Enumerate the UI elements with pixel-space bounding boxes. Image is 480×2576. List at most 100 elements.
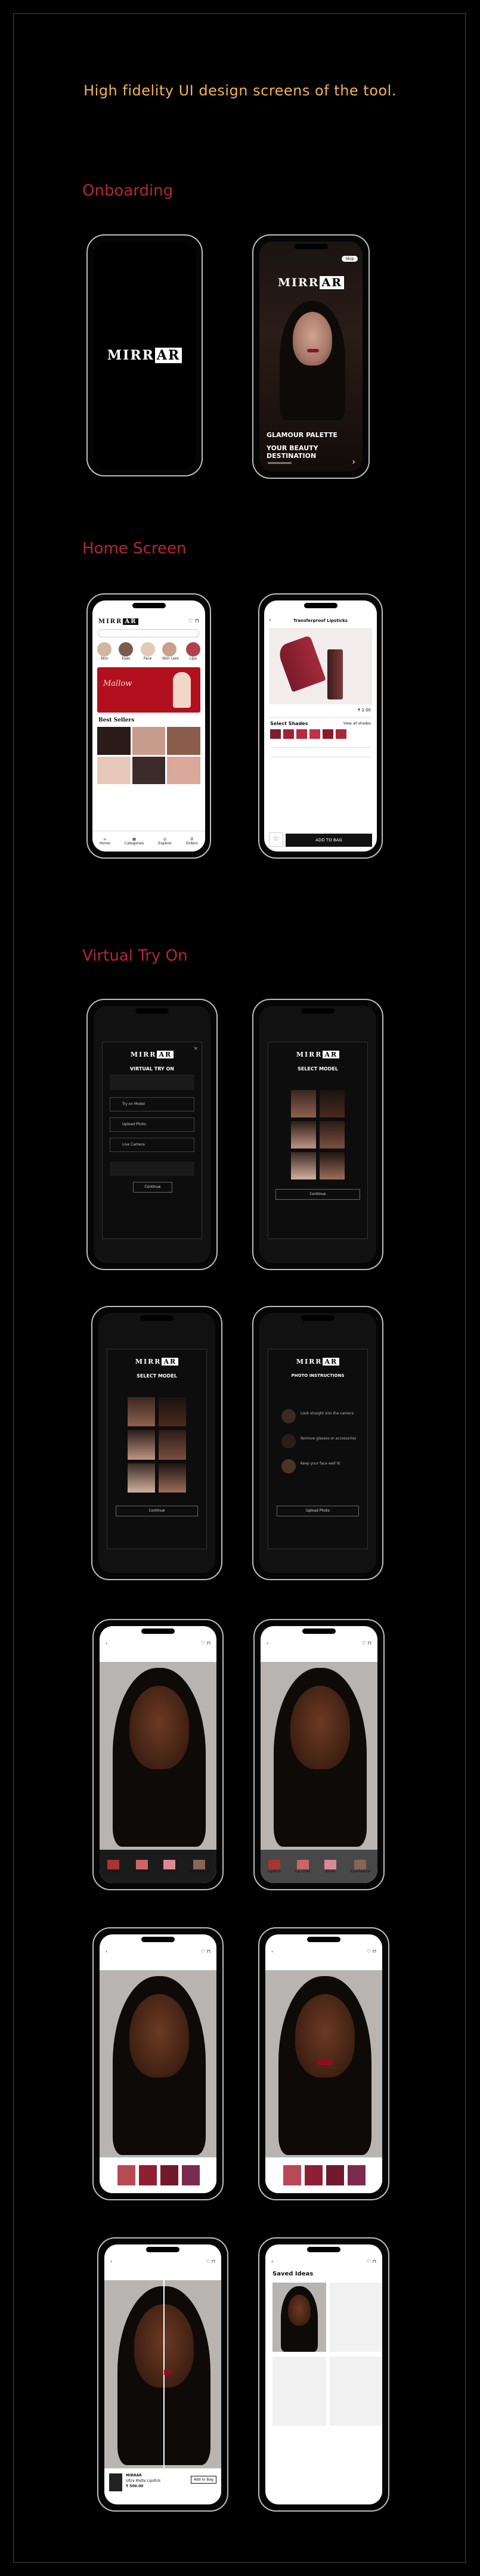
- back-icon[interactable]: ‹: [106, 1640, 107, 1646]
- instruction-image: [281, 1409, 296, 1423]
- skip-button[interactable]: Skip: [342, 256, 358, 262]
- heart-icon[interactable]: ♡: [367, 2259, 371, 2264]
- page-frame: [13, 13, 466, 2563]
- model-thumb[interactable]: [320, 1090, 345, 1117]
- shade-swatch[interactable]: [305, 2165, 323, 2185]
- bag-icon[interactable]: ⊓: [373, 1949, 376, 1954]
- shade-swatch[interactable]: [270, 729, 281, 739]
- next-arrow-icon[interactable]: ›: [352, 457, 355, 467]
- back-icon[interactable]: ‹: [267, 1640, 268, 1646]
- back-icon[interactable]: ‹: [106, 1949, 107, 1954]
- continue-button[interactable]: Continue: [133, 1182, 172, 1193]
- bag-icon[interactable]: ⊓: [368, 1640, 371, 1646]
- shade-swatch[interactable]: [283, 2165, 301, 2185]
- add-to-bag-button[interactable]: ADD TO BAG: [286, 834, 372, 847]
- option-try-on-model[interactable]: Try on Model: [110, 1097, 194, 1111]
- onboarding-line2: YOUR BEAUTY DESTINATION: [267, 444, 318, 460]
- product-card[interactable]: [167, 727, 200, 755]
- model-thumb[interactable]: [128, 1397, 155, 1427]
- back-icon[interactable]: ‹: [269, 617, 271, 623]
- tab-lip-liner[interactable]: Lip Liner: [295, 1859, 311, 1874]
- promo-banner[interactable]: Mallow: [97, 667, 200, 713]
- back-icon[interactable]: ‹: [110, 2259, 112, 2264]
- nav-orders[interactable]: ☰ Orders: [186, 837, 198, 846]
- shade-swatch[interactable]: [139, 2165, 157, 2185]
- model-thumb[interactable]: [291, 1121, 316, 1148]
- shade-swatch[interactable]: [348, 2165, 366, 2185]
- product-card[interactable]: [132, 756, 166, 784]
- shade-swatch[interactable]: [309, 729, 320, 739]
- back-icon[interactable]: ‹: [271, 1949, 273, 1954]
- phone-tryon-tabs: ‹ ♡ ⊓ Lipstick Lip Liner Blush Eyeshadow: [92, 1619, 224, 1890]
- shade-swatch[interactable]: [117, 2165, 135, 2185]
- bag-icon[interactable]: ⊓: [195, 618, 199, 624]
- bag-icon[interactable]: ⊓: [207, 1640, 210, 1646]
- model-photo: [100, 1970, 216, 2193]
- model-thumb[interactable]: [291, 1090, 316, 1117]
- phone-select-model: MIRR AR SELECT MODEL Continue: [252, 999, 383, 1270]
- section-title-onboarding: Onboarding: [82, 182, 174, 200]
- shade-bar: [100, 2157, 216, 2193]
- tab-lipstick[interactable]: Lipstick: [107, 1859, 120, 1874]
- heart-icon[interactable]: ♡: [206, 2259, 210, 2264]
- tab-blush[interactable]: Blush: [324, 1859, 336, 1874]
- shade-bar: [265, 2157, 382, 2193]
- upload-photo-button[interactable]: Upload Photo: [277, 1506, 359, 1516]
- model-thumb[interactable]: [159, 1397, 186, 1427]
- model-thumb[interactable]: [128, 1430, 155, 1460]
- product-card[interactable]: [97, 727, 131, 755]
- model-thumb[interactable]: [320, 1152, 345, 1179]
- model-thumb[interactable]: [128, 1463, 155, 1493]
- continue-button[interactable]: Continue: [116, 1506, 198, 1516]
- tab-lipstick[interactable]: Lipstick: [268, 1859, 281, 1874]
- heart-icon[interactable]: ♡: [188, 618, 193, 624]
- heart-icon[interactable]: ♡: [201, 1949, 205, 1954]
- model-thumb[interactable]: [320, 1121, 345, 1148]
- option-live-camera[interactable]: Live Camera: [110, 1138, 194, 1152]
- onboarding-line1: GLAMOUR PALETTE: [267, 431, 337, 439]
- nav-categories[interactable]: ▦ Categories: [125, 837, 144, 846]
- nav-home[interactable]: ⌂ Home: [100, 837, 110, 846]
- best-sellers-heading: Best Sellers: [98, 717, 135, 723]
- category-face[interactable]: Face: [140, 642, 155, 661]
- product-card[interactable]: [132, 727, 166, 755]
- tab-lip-liner[interactable]: Lip Liner: [134, 1859, 150, 1874]
- shade-swatch[interactable]: [160, 2165, 178, 2185]
- add-to-bag-button[interactable]: Add to Bag: [190, 2476, 216, 2484]
- bag-icon[interactable]: ⊓: [212, 2259, 215, 2264]
- shade-swatch[interactable]: [296, 729, 307, 739]
- tab-eyeshadow[interactable]: Eyeshadow: [350, 1859, 370, 1874]
- model-thumb[interactable]: [291, 1152, 316, 1179]
- heart-icon[interactable]: ♡: [362, 1640, 366, 1646]
- bag-icon[interactable]: ⊓: [207, 1949, 210, 1954]
- heart-icon[interactable]: ♡: [201, 1640, 205, 1646]
- wishlist-button[interactable]: ♡: [269, 832, 283, 847]
- model-thumb[interactable]: [159, 1430, 186, 1460]
- category-skin[interactable]: Skin: [97, 642, 112, 661]
- shade-swatch[interactable]: [326, 2165, 344, 2185]
- category-lips[interactable]: Lips: [185, 642, 200, 661]
- lipstick-overlay: [317, 2060, 333, 2065]
- shade-swatch[interactable]: [336, 729, 346, 739]
- phone-onboarding-glamour: Skip MIRR AR GLAMOUR PALETTE YOUR BEAUTY …: [252, 234, 370, 479]
- search-input[interactable]: [98, 629, 199, 637]
- option-upload-photo[interactable]: Upload Photo: [110, 1117, 194, 1132]
- shade-swatch[interactable]: [182, 2165, 200, 2185]
- bag-icon[interactable]: ⊓: [373, 2259, 376, 2264]
- shade-swatch[interactable]: [283, 729, 294, 739]
- product-card[interactable]: [167, 756, 200, 784]
- product-card[interactable]: [97, 756, 131, 784]
- heart-icon[interactable]: ♡: [367, 1949, 371, 1954]
- model-photo: [104, 2280, 221, 2469]
- view-all-shades-link[interactable]: View all shades: [343, 722, 371, 726]
- model-thumb[interactable]: [159, 1463, 186, 1493]
- tab-eyeshadow[interactable]: Eyeshadow: [189, 1859, 209, 1874]
- saved-look-card[interactable]: [272, 2283, 326, 2352]
- nav-explore[interactable]: ◎ Explore: [158, 837, 172, 846]
- category-eyes[interactable]: Eyes: [119, 642, 134, 661]
- tab-blush[interactable]: Blush: [163, 1859, 175, 1874]
- shade-swatch[interactable]: [323, 729, 333, 739]
- category-skincare[interactable]: Skin care: [162, 642, 179, 661]
- continue-button[interactable]: Continue: [275, 1189, 360, 1200]
- back-icon[interactable]: ‹: [271, 2259, 273, 2264]
